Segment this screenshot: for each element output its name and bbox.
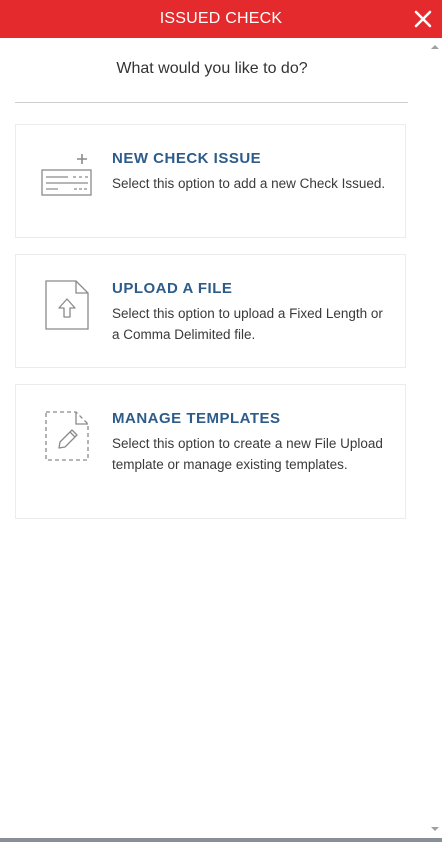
- option-description: Select this option to add a new Check Is…: [112, 176, 386, 191]
- close-button[interactable]: [410, 6, 436, 32]
- scroll-down-arrow[interactable]: [428, 822, 442, 836]
- file-upload-icon: [45, 280, 89, 330]
- option-title: MANAGE TEMPLATES: [112, 410, 281, 427]
- scroll-up-arrow[interactable]: [428, 40, 442, 54]
- option-description: Select this option to upload a Fixed Len…: [112, 306, 383, 342]
- option-title: UPLOAD A FILE: [112, 280, 233, 297]
- option-manage-templates[interactable]: MANAGE TEMPLATES Select this option to c…: [15, 384, 406, 519]
- option-description: Select this option to create a new File …: [112, 436, 383, 472]
- modal-header: ISSUED CHECK: [0, 0, 442, 38]
- modal-title: ISSUED CHECK: [159, 10, 283, 27]
- option-new-check-issue[interactable]: NEW CHECK ISSUE Select this option to ad…: [15, 124, 406, 238]
- check-add-icon: [41, 154, 92, 196]
- option-title: NEW CHECK ISSUE: [112, 150, 262, 167]
- modal-body: What would you like to do? NEW CHECK ISS…: [0, 38, 428, 838]
- divider: [15, 102, 408, 103]
- vertical-scrollbar[interactable]: [428, 38, 442, 838]
- template-edit-icon: [45, 411, 89, 461]
- chevron-down-icon: [431, 827, 439, 831]
- chevron-up-icon: [431, 45, 439, 49]
- bottom-bar: [0, 838, 442, 842]
- option-upload-file[interactable]: UPLOAD A FILE Select this option to uplo…: [15, 254, 406, 368]
- prompt-text: What would you like to do?: [116, 60, 308, 77]
- close-icon: [414, 10, 432, 28]
